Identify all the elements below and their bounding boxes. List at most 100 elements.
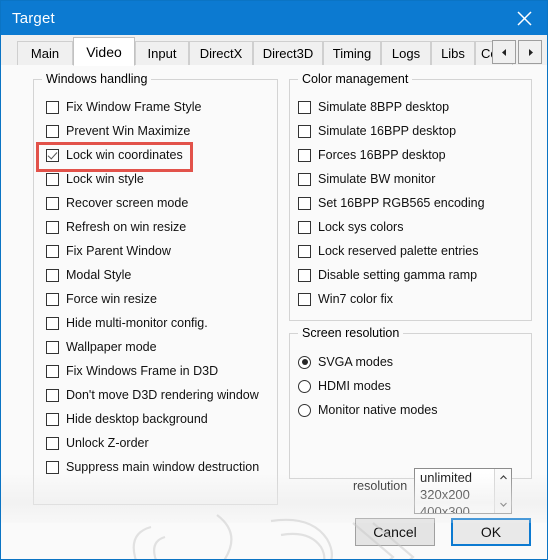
cancel-button[interactable]: Cancel xyxy=(355,518,435,546)
checkbox-box xyxy=(46,340,59,354)
checkbox-disable-setting-gamma-ramp[interactable]: Disable setting gamma ramp xyxy=(298,266,477,284)
resolution-listbox[interactable]: unlimited 320x200 400x300 xyxy=(414,468,512,514)
checkbox-label: Recover screen mode xyxy=(66,196,189,210)
checkbox-box xyxy=(298,196,311,210)
checkbox-label: Lock win style xyxy=(66,172,144,186)
checkbox-label: Fix Parent Window xyxy=(66,244,171,258)
tab-label: Video xyxy=(86,43,122,60)
checkbox-label: Hide multi-monitor config. xyxy=(66,316,208,330)
tab-label: Timing xyxy=(332,46,372,61)
checkbox-label: Prevent Win Maximize xyxy=(66,124,191,138)
checkbox-label: Lock win coordinates xyxy=(66,148,183,162)
checkbox-box xyxy=(46,292,59,306)
radio-button xyxy=(298,355,311,369)
checkbox-lock-reserved-palette-entries[interactable]: Lock reserved palette entries xyxy=(298,242,479,260)
listbox-scrollbar[interactable] xyxy=(494,469,511,513)
checkbox-simulate-8bpp-desktop[interactable]: Simulate 8BPP desktop xyxy=(298,98,449,116)
checkbox-suppress-main-window-destruction[interactable]: Suppress main window destruction xyxy=(46,458,274,476)
tab-libs[interactable]: Libs xyxy=(431,41,475,65)
radio-button xyxy=(298,403,311,417)
checkbox-box xyxy=(46,172,59,186)
title-bar: Target xyxy=(1,1,547,35)
checkbox-box xyxy=(46,148,59,162)
tab-direct3d[interactable]: Direct3D xyxy=(253,41,323,65)
windows-handling-title: Windows handling xyxy=(42,72,152,86)
checkbox-box xyxy=(298,148,311,162)
checkbox-label: Simulate 16BPP desktop xyxy=(318,124,457,138)
scroll-down-button[interactable] xyxy=(495,496,511,513)
checkbox-lock-win-coordinates[interactable]: Lock win coordinates xyxy=(46,146,183,164)
ok-button[interactable]: OK xyxy=(451,518,531,546)
checkbox-label: Hide desktop background xyxy=(66,412,208,426)
checkbox-dont-move-d3d-rendering-window[interactable]: Don't move D3D rendering window xyxy=(46,386,259,404)
chevron-right-icon xyxy=(526,48,535,57)
checkbox-lock-sys-colors[interactable]: Lock sys colors xyxy=(298,218,403,236)
tab-input[interactable]: Input xyxy=(135,41,189,65)
radio-button xyxy=(298,379,311,393)
checkbox-box xyxy=(298,124,311,138)
checkbox-box xyxy=(46,316,59,330)
checkbox-win7-color-fix[interactable]: Win7 color fix xyxy=(298,290,393,308)
tab-directx[interactable]: DirectX xyxy=(189,41,253,65)
checkbox-set-16bpp-rgb565-encoding[interactable]: Set 16BPP RGB565 encoding xyxy=(298,194,485,212)
checkbox-refresh-on-win-resize[interactable]: Refresh on win resize xyxy=(46,218,186,236)
screen-resolution-title: Screen resolution xyxy=(298,326,404,340)
tab-main[interactable]: Main xyxy=(17,41,73,65)
checkbox-label: Wallpaper mode xyxy=(66,340,157,354)
checkbox-wallpaper-mode[interactable]: Wallpaper mode xyxy=(46,338,157,356)
radio-label: HDMI modes xyxy=(318,379,391,393)
checkbox-prevent-win-maximize[interactable]: Prevent Win Maximize xyxy=(46,122,190,140)
checkbox-forces-16bpp-desktop[interactable]: Forces 16BPP desktop xyxy=(298,146,446,164)
tab-video[interactable]: Video xyxy=(73,37,135,66)
checkbox-box xyxy=(46,460,59,474)
radio-hdmi-modes[interactable]: HDMI modes xyxy=(298,377,391,395)
checkbox-simulate-16bpp-desktop[interactable]: Simulate 16BPP desktop xyxy=(298,122,456,140)
tab-label: Input xyxy=(147,46,177,61)
tab-label: Logs xyxy=(391,46,421,61)
checkbox-label: Fix Window Frame Style xyxy=(66,100,202,114)
checkbox-box xyxy=(298,292,311,306)
checkbox-fix-parent-window[interactable]: Fix Parent Window xyxy=(46,242,171,260)
checkbox-lock-win-style[interactable]: Lock win style xyxy=(46,170,144,188)
checkbox-hide-multi-monitor-config[interactable]: Hide multi-monitor config. xyxy=(46,314,208,332)
radio-svga-modes[interactable]: SVGA modes xyxy=(298,353,393,371)
chevron-down-icon xyxy=(499,501,508,508)
tab-scroll-left-button[interactable] xyxy=(492,40,516,64)
checkbox-label: Don't move D3D rendering window xyxy=(66,388,259,402)
checkbox-box xyxy=(298,220,311,234)
tab-timing[interactable]: Timing xyxy=(323,41,381,65)
checkbox-hide-desktop-background[interactable]: Hide desktop background xyxy=(46,410,208,428)
checkbox-label: Suppress main window destruction xyxy=(66,460,260,474)
tab-scroll-right-button[interactable] xyxy=(518,40,542,64)
checkbox-fix-window-frame-style[interactable]: Fix Window Frame Style xyxy=(46,98,201,116)
close-icon xyxy=(516,10,533,27)
chevron-left-icon xyxy=(500,48,509,57)
checkbox-label: Fix Windows Frame in D3D xyxy=(66,364,219,378)
checkbox-label: Refresh on win resize xyxy=(66,220,187,234)
checkbox-box xyxy=(298,244,311,258)
checkbox-label: Force win resize xyxy=(66,292,157,306)
checkbox-force-win-resize[interactable]: Force win resize xyxy=(46,290,157,308)
checkbox-label: Forces 16BPP desktop xyxy=(318,148,446,162)
checkbox-fix-windows-frame-in-d3d[interactable]: Fix Windows Frame in D3D xyxy=(46,362,218,380)
checkbox-label: Lock reserved palette entries xyxy=(318,244,479,258)
checkbox-unlock-z-order[interactable]: Unlock Z-order xyxy=(46,434,149,452)
tab-logs[interactable]: Logs xyxy=(381,41,431,65)
color-management-title: Color management xyxy=(298,72,413,86)
checkbox-label: Disable setting gamma ramp xyxy=(318,268,478,282)
checkbox-box xyxy=(46,412,59,426)
scroll-up-button[interactable] xyxy=(495,469,511,486)
checkbox-box xyxy=(298,100,311,114)
checkbox-label: Win7 color fix xyxy=(318,292,394,306)
checkbox-simulate-bw-monitor[interactable]: Simulate BW monitor xyxy=(298,170,435,188)
checkbox-box xyxy=(46,268,59,282)
close-button[interactable] xyxy=(501,1,547,35)
checkbox-label: Simulate 8BPP desktop xyxy=(318,100,450,114)
checkbox-modal-style[interactable]: Modal Style xyxy=(46,266,131,284)
checkbox-label: Lock sys colors xyxy=(318,220,404,234)
checkbox-box xyxy=(46,100,59,114)
tab-label: Main xyxy=(30,46,60,61)
radio-monitor-native-modes[interactable]: Monitor native modes xyxy=(298,401,438,419)
checkbox-recover-screen-mode[interactable]: Recover screen mode xyxy=(46,194,188,212)
checkbox-label: Unlock Z-order xyxy=(66,436,149,450)
